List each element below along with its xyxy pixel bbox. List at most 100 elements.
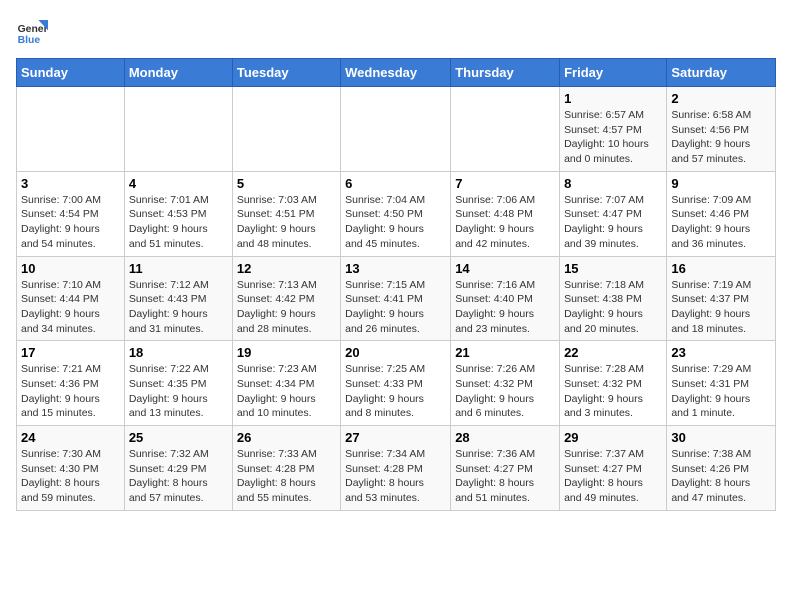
- day-info: Sunrise: 7:29 AM Sunset: 4:31 PM Dayligh…: [671, 362, 771, 421]
- calendar-cell: 19 Sunrise: 7:23 AM Sunset: 4:34 PM Dayli…: [232, 341, 340, 426]
- weekday-header-monday: Monday: [124, 59, 232, 87]
- weekday-header-thursday: Thursday: [451, 59, 560, 87]
- day-info: Sunrise: 7:10 AM Sunset: 4:44 PM Dayligh…: [21, 278, 120, 337]
- header: General Blue: [16, 16, 776, 48]
- calendar-week-0: 1 Sunrise: 6:57 AM Sunset: 4:57 PM Daylig…: [17, 87, 776, 172]
- day-number: 16: [671, 261, 771, 276]
- day-info: Sunrise: 7:18 AM Sunset: 4:38 PM Dayligh…: [564, 278, 662, 337]
- calendar-body: 1 Sunrise: 6:57 AM Sunset: 4:57 PM Daylig…: [17, 87, 776, 511]
- day-info: Sunrise: 7:34 AM Sunset: 4:28 PM Dayligh…: [345, 447, 446, 506]
- svg-text:General: General: [18, 24, 48, 35]
- calendar-cell: 23 Sunrise: 7:29 AM Sunset: 4:31 PM Dayli…: [667, 341, 776, 426]
- day-info: Sunrise: 7:30 AM Sunset: 4:30 PM Dayligh…: [21, 447, 120, 506]
- day-info: Sunrise: 7:15 AM Sunset: 4:41 PM Dayligh…: [345, 278, 446, 337]
- weekday-header-saturday: Saturday: [667, 59, 776, 87]
- calendar-cell: 10 Sunrise: 7:10 AM Sunset: 4:44 PM Dayli…: [17, 256, 125, 341]
- calendar-cell: 14 Sunrise: 7:16 AM Sunset: 4:40 PM Dayli…: [451, 256, 560, 341]
- day-number: 9: [671, 176, 771, 191]
- day-number: 12: [237, 261, 336, 276]
- day-number: 20: [345, 345, 446, 360]
- calendar-cell: 7Sunrise: 7:06 AM Sunset: 4:48 PM Daylig…: [451, 171, 560, 256]
- day-number: 6: [345, 176, 446, 191]
- day-info: Sunrise: 7:12 AM Sunset: 4:43 PM Dayligh…: [129, 278, 228, 337]
- day-number: 3: [21, 176, 120, 191]
- day-info: Sunrise: 7:37 AM Sunset: 4:27 PM Dayligh…: [564, 447, 662, 506]
- calendar-cell: 16 Sunrise: 7:19 AM Sunset: 4:37 PM Dayli…: [667, 256, 776, 341]
- day-number: 21: [455, 345, 555, 360]
- day-info: Sunrise: 7:21 AM Sunset: 4:36 PM Dayligh…: [21, 362, 120, 421]
- calendar-cell: 8Sunrise: 7:07 AM Sunset: 4:47 PM Daylig…: [560, 171, 667, 256]
- day-number: 15: [564, 261, 662, 276]
- day-number: 5: [237, 176, 336, 191]
- weekday-header-sunday: Sunday: [17, 59, 125, 87]
- calendar-cell: 17 Sunrise: 7:21 AM Sunset: 4:36 PM Dayli…: [17, 341, 125, 426]
- calendar-week-1: 3 Sunrise: 7:00 AM Sunset: 4:54 PM Daylig…: [17, 171, 776, 256]
- day-info: Sunrise: 7:36 AM Sunset: 4:27 PM Dayligh…: [455, 447, 555, 506]
- day-info: Sunrise: 7:25 AM Sunset: 4:33 PM Dayligh…: [345, 362, 446, 421]
- calendar-cell: [124, 87, 232, 172]
- calendar-cell: [232, 87, 340, 172]
- day-number: 22: [564, 345, 662, 360]
- day-info: Sunrise: 7:23 AM Sunset: 4:34 PM Dayligh…: [237, 362, 336, 421]
- day-info: Sunrise: 7:03 AM Sunset: 4:51 PM Dayligh…: [237, 193, 336, 252]
- day-number: 30: [671, 430, 771, 445]
- calendar-cell: 24 Sunrise: 7:30 AM Sunset: 4:30 PM Dayli…: [17, 426, 125, 511]
- day-info: Sunrise: 7:32 AM Sunset: 4:29 PM Dayligh…: [129, 447, 228, 506]
- day-info: Sunrise: 7:16 AM Sunset: 4:40 PM Dayligh…: [455, 278, 555, 337]
- weekday-header-tuesday: Tuesday: [232, 59, 340, 87]
- calendar-cell: 21 Sunrise: 7:26 AM Sunset: 4:32 PM Dayli…: [451, 341, 560, 426]
- calendar-cell: 13 Sunrise: 7:15 AM Sunset: 4:41 PM Dayli…: [341, 256, 451, 341]
- logo-icon: General Blue: [16, 16, 48, 48]
- calendar-cell: 6 Sunrise: 7:04 AM Sunset: 4:50 PM Daylig…: [341, 171, 451, 256]
- day-number: 2: [671, 91, 771, 106]
- calendar-cell: 30 Sunrise: 7:38 AM Sunset: 4:26 PM Dayli…: [667, 426, 776, 511]
- day-number: 26: [237, 430, 336, 445]
- calendar-header-row: SundayMondayTuesdayWednesdayThursdayFrid…: [17, 59, 776, 87]
- logo: General Blue: [16, 16, 48, 48]
- day-number: 14: [455, 261, 555, 276]
- day-info: Sunrise: 7:33 AM Sunset: 4:28 PM Dayligh…: [237, 447, 336, 506]
- calendar-cell: [451, 87, 560, 172]
- calendar-cell: 15 Sunrise: 7:18 AM Sunset: 4:38 PM Dayli…: [560, 256, 667, 341]
- calendar-cell: 28 Sunrise: 7:36 AM Sunset: 4:27 PM Dayli…: [451, 426, 560, 511]
- day-number: 19: [237, 345, 336, 360]
- day-info: Sunrise: 7:28 AM Sunset: 4:32 PM Dayligh…: [564, 362, 662, 421]
- day-number: 10: [21, 261, 120, 276]
- day-info: Sunrise: 7:22 AM Sunset: 4:35 PM Dayligh…: [129, 362, 228, 421]
- day-number: 29: [564, 430, 662, 445]
- day-info: Sunrise: 7:26 AM Sunset: 4:32 PM Dayligh…: [455, 362, 555, 421]
- calendar-week-4: 24 Sunrise: 7:30 AM Sunset: 4:30 PM Dayli…: [17, 426, 776, 511]
- calendar-cell: 9Sunrise: 7:09 AM Sunset: 4:46 PM Daylig…: [667, 171, 776, 256]
- day-number: 4: [129, 176, 228, 191]
- day-info: Sunrise: 6:57 AM Sunset: 4:57 PM Dayligh…: [564, 108, 662, 167]
- calendar-cell: 2Sunrise: 6:58 AM Sunset: 4:56 PM Daylig…: [667, 87, 776, 172]
- day-number: 28: [455, 430, 555, 445]
- day-number: 23: [671, 345, 771, 360]
- svg-text:Blue: Blue: [18, 35, 41, 46]
- day-number: 24: [21, 430, 120, 445]
- calendar-cell: 3 Sunrise: 7:00 AM Sunset: 4:54 PM Daylig…: [17, 171, 125, 256]
- day-number: 13: [345, 261, 446, 276]
- day-info: Sunrise: 7:00 AM Sunset: 4:54 PM Dayligh…: [21, 193, 120, 252]
- calendar-cell: 1 Sunrise: 6:57 AM Sunset: 4:57 PM Daylig…: [560, 87, 667, 172]
- calendar-cell: [17, 87, 125, 172]
- day-number: 18: [129, 345, 228, 360]
- day-info: Sunrise: 7:07 AM Sunset: 4:47 PM Dayligh…: [564, 193, 662, 252]
- day-info: Sunrise: 7:01 AM Sunset: 4:53 PM Dayligh…: [129, 193, 228, 252]
- day-number: 27: [345, 430, 446, 445]
- day-info: Sunrise: 7:19 AM Sunset: 4:37 PM Dayligh…: [671, 278, 771, 337]
- day-number: 11: [129, 261, 228, 276]
- weekday-header-friday: Friday: [560, 59, 667, 87]
- day-info: Sunrise: 7:13 AM Sunset: 4:42 PM Dayligh…: [237, 278, 336, 337]
- calendar-cell: 20 Sunrise: 7:25 AM Sunset: 4:33 PM Dayli…: [341, 341, 451, 426]
- calendar-cell: 25Sunrise: 7:32 AM Sunset: 4:29 PM Dayli…: [124, 426, 232, 511]
- weekday-header-wednesday: Wednesday: [341, 59, 451, 87]
- calendar-table: SundayMondayTuesdayWednesdayThursdayFrid…: [16, 58, 776, 511]
- calendar-cell: 29 Sunrise: 7:37 AM Sunset: 4:27 PM Dayli…: [560, 426, 667, 511]
- day-number: 17: [21, 345, 120, 360]
- day-info: Sunrise: 7:04 AM Sunset: 4:50 PM Dayligh…: [345, 193, 446, 252]
- day-number: 1: [564, 91, 662, 106]
- day-info: Sunrise: 7:38 AM Sunset: 4:26 PM Dayligh…: [671, 447, 771, 506]
- calendar-cell: 26 Sunrise: 7:33 AM Sunset: 4:28 PM Dayli…: [232, 426, 340, 511]
- calendar-cell: [341, 87, 451, 172]
